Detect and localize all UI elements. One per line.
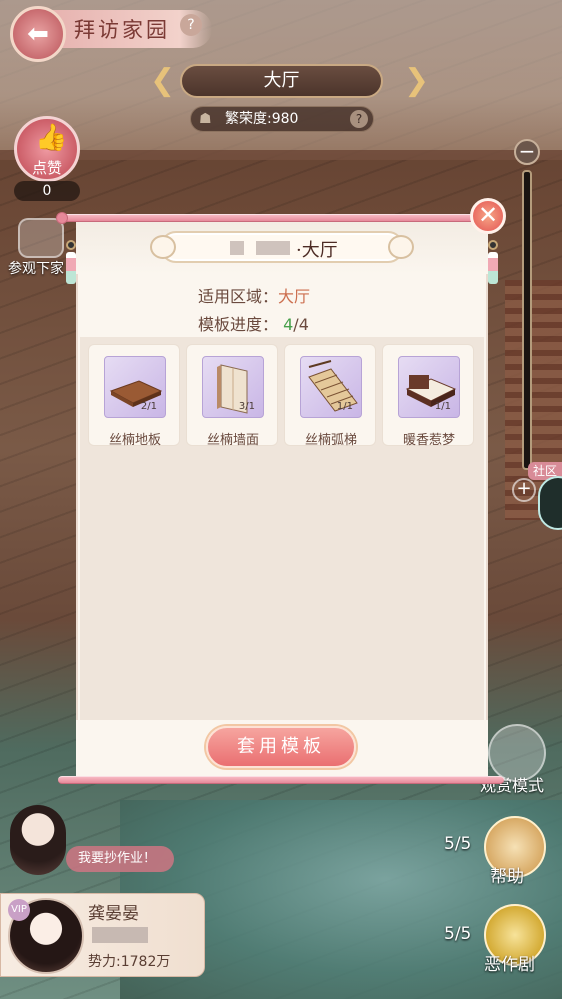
item-quantity: 3/1 <box>238 401 255 412</box>
rod-end-left <box>56 212 68 224</box>
redacted-info <box>92 927 148 943</box>
prank-label: 恶作剧 <box>484 955 535 975</box>
player-power: 势力:1782万 <box>88 954 171 970</box>
prank-count: 5/5 <box>444 924 472 944</box>
item-name: 丝楠弧梯 <box>304 433 357 448</box>
area-value: 大厅 <box>278 287 311 306</box>
railing <box>0 150 562 160</box>
add-icon[interactable]: + <box>512 478 536 502</box>
page-title: 拜访家园 <box>74 18 170 42</box>
area-label: 适用区域： <box>198 287 279 306</box>
scroll-rod-top <box>58 214 504 222</box>
template-item[interactable]: 3/1 丝楠墙面 <box>186 344 278 448</box>
progress-label: 模板进度： <box>198 315 279 334</box>
pendant-gem-left <box>66 240 76 250</box>
item-quantity: 1/1 <box>434 401 451 412</box>
close-icon: ✕ <box>477 201 499 229</box>
npc-avatar[interactable] <box>10 805 66 875</box>
like-label: 点赞 <box>31 159 62 177</box>
prev-room-button[interactable]: ❮ <box>150 64 175 98</box>
progress-done: 4 <box>283 315 294 334</box>
progress-row: 模板进度： 4/4 <box>198 311 309 335</box>
plaque-ornament-right <box>388 235 414 259</box>
like-button[interactable]: 👍 点赞 <box>14 116 80 182</box>
prosperity-display: ☗ 繁荣度:980 ? <box>190 106 374 132</box>
item-name: 暖香惹梦 <box>402 433 455 448</box>
vip-badge: VIP <box>8 899 30 921</box>
redacted-name <box>256 241 290 255</box>
back-button[interactable]: ⬅ <box>10 6 66 62</box>
help-count: 5/5 <box>444 834 472 854</box>
progress-total: /4 <box>293 315 309 334</box>
apply-template-button[interactable]: 套用模板 <box>206 726 356 768</box>
like-count: 0 <box>14 181 80 201</box>
player-name: 龚晏晏 <box>88 904 139 924</box>
visit-next-icon[interactable] <box>18 218 64 258</box>
template-item[interactable]: 2/1 丝楠地板 <box>88 344 180 448</box>
plaque-ornament-left <box>150 235 176 259</box>
item-quantity: 2/1 <box>140 401 157 412</box>
pendant-gem-right <box>488 240 498 250</box>
speech-bubble: 我要抄作业！ <box>66 846 174 872</box>
zoom-slider[interactable] <box>522 170 532 470</box>
modal-title: ·大厅 <box>296 240 338 261</box>
item-name: 丝楠地板 <box>108 433 161 448</box>
area-row: 适用区域：大厅 <box>198 283 310 307</box>
item-name: 丝楠墙面 <box>206 433 259 448</box>
visit-next-label[interactable]: 参观下家 <box>8 258 64 278</box>
redacted-name <box>230 241 244 255</box>
item-quantity: 1/1 <box>336 401 353 412</box>
template-item[interactable]: 1/1 丝楠弧梯 <box>284 344 376 448</box>
back-arrow-icon: ⬅ <box>27 19 49 49</box>
scroll-rod-bottom <box>58 776 504 784</box>
help-label: 帮助 <box>490 867 524 887</box>
thumbs-up-icon: 👍 <box>35 123 68 153</box>
template-item[interactable]: 1/1 暖香惹梦 <box>382 344 474 448</box>
close-button[interactable]: ✕ <box>470 198 506 234</box>
prosperity-icon: ☗ <box>199 111 212 127</box>
room-name: 大厅 <box>180 64 383 98</box>
next-room-button[interactable]: ❯ <box>404 64 429 98</box>
pendant-right <box>488 252 498 284</box>
prosperity-value: 繁荣度:980 <box>225 111 299 127</box>
zoom-out-button[interactable]: − <box>514 139 540 165</box>
community-button[interactable] <box>538 476 562 530</box>
prosperity-help-icon[interactable]: ? <box>350 110 368 128</box>
title-help-icon[interactable]: ? <box>180 14 202 36</box>
pendant-left <box>66 252 76 284</box>
